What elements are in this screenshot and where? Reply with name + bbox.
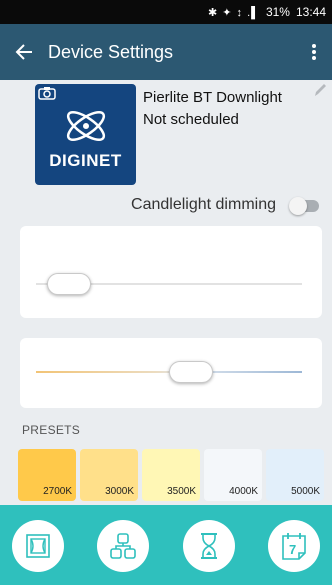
device-card: DIGINET Pierlite BT Downlight Not schedu… xyxy=(0,80,332,190)
scenes-icon xyxy=(26,534,50,558)
toggle-thumb xyxy=(289,197,307,215)
color-temperature-slider-card xyxy=(20,338,322,408)
schedule-day-label: 7 xyxy=(289,542,296,557)
logo-text: DIGINET xyxy=(49,151,122,170)
atom-logo-icon xyxy=(66,111,106,141)
status-icons: ✱ ✦ ↕ .▌ xyxy=(207,6,260,19)
preset-label: 4000K xyxy=(229,486,258,497)
schedule-icon: 7 xyxy=(282,533,306,560)
preset-label: 5000K xyxy=(291,486,320,497)
edit-pencil-icon[interactable] xyxy=(313,82,327,98)
preset-label: 2700K xyxy=(43,486,72,497)
arrow-left-icon xyxy=(15,44,32,60)
more-vert-icon xyxy=(312,44,316,60)
brightness-slider-card xyxy=(20,226,322,318)
preset-4000k[interactable]: 4000K xyxy=(204,449,262,501)
overflow-menu-button[interactable] xyxy=(296,24,332,80)
status-bar: ✱ ✦ ↕ .▌ 31% 13:44 xyxy=(0,0,332,24)
camera-icon[interactable] xyxy=(38,86,56,100)
preset-3000k[interactable]: 3000K xyxy=(80,449,138,501)
presets-row: 2700K 3000K 3500K 4000K 5000K xyxy=(18,449,324,501)
clock: 13:44 xyxy=(295,5,326,19)
timer-button[interactable] xyxy=(183,520,235,572)
preset-label: 3000K xyxy=(105,486,134,497)
presets-label: PRESETS xyxy=(22,423,81,437)
preset-2700k[interactable]: 2700K xyxy=(18,449,76,501)
schedule-button[interactable]: 7 xyxy=(268,520,320,572)
device-name: Pierlite BT Downlight xyxy=(143,89,282,106)
timer-icon xyxy=(201,533,217,559)
color-temperature-slider-thumb[interactable] xyxy=(169,361,214,383)
groups-button[interactable] xyxy=(97,520,149,572)
groups-icon xyxy=(110,533,136,559)
back-button[interactable] xyxy=(0,24,48,80)
preset-3500k[interactable]: 3500K xyxy=(142,449,200,501)
preset-5000k[interactable]: 5000K xyxy=(266,449,324,501)
preset-label: 3500K xyxy=(167,486,196,497)
candlelight-row: Candlelight dimming xyxy=(0,190,332,220)
schedule-status: Not scheduled xyxy=(143,111,239,128)
battery-level: 31% xyxy=(265,5,290,19)
bottom-nav-bar: 7 xyxy=(0,505,332,585)
candlelight-toggle[interactable] xyxy=(289,197,321,215)
app-bar: Device Settings xyxy=(0,24,332,80)
brightness-slider-thumb[interactable] xyxy=(47,273,92,295)
page-title: Device Settings xyxy=(48,41,174,62)
scenes-button[interactable] xyxy=(12,520,64,572)
candlelight-label: Candlelight dimming xyxy=(131,196,276,213)
